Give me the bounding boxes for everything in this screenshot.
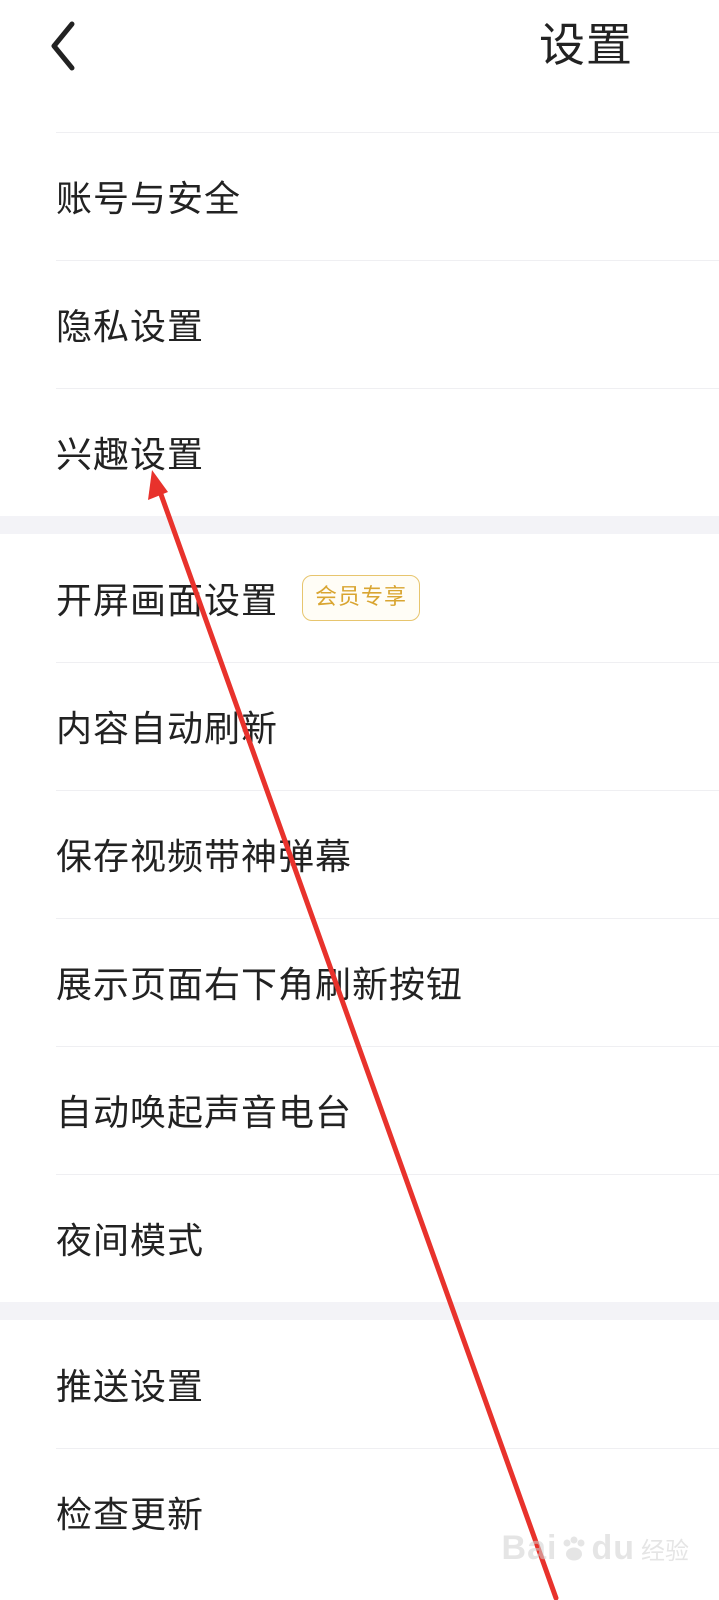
settings-item-label: 夜间模式 (56, 1221, 205, 1262)
settings-item-interests[interactable]: 兴趣设置 (0, 388, 719, 516)
settings-item-label: 兴趣设置 (56, 435, 205, 476)
settings-item-night-mode[interactable]: 夜间模式 (0, 1174, 719, 1302)
settings-item-label: 隐私设置 (56, 307, 205, 348)
back-button[interactable] (40, 18, 96, 74)
settings-item-audio-radio[interactable]: 自动唤起声音电台 (0, 1046, 719, 1174)
settings-item-label: 保存视频带神弹幕 (56, 837, 353, 878)
vip-exclusive-badge: 会员专享 (302, 575, 421, 621)
group-separator (0, 1302, 719, 1320)
settings-item-auto-refresh[interactable]: 内容自动刷新 (0, 662, 719, 790)
settings-item-check-update[interactable]: 检查更新 (0, 1448, 719, 1576)
settings-item-label: 自动唤起声音电台 (56, 1093, 353, 1134)
header-bar: 设置 (0, 0, 719, 132)
settings-item-account-security[interactable]: 账号与安全 (0, 132, 719, 260)
settings-item-label: 账号与安全 (56, 179, 242, 220)
settings-item-label: 内容自动刷新 (56, 709, 279, 750)
settings-group-account: 账号与安全 隐私设置 兴趣设置 (0, 132, 719, 516)
chevron-left-icon (51, 21, 75, 71)
settings-item-refresh-button[interactable]: 展示页面右下角刷新按钮 (0, 918, 719, 1046)
settings-item-splash-screen[interactable]: 开屏画面设置 会员专享 (0, 534, 719, 662)
page-title: 设置 (539, 18, 633, 72)
settings-group-display: 开屏画面设置 会员专享 内容自动刷新 保存视频带神弹幕 展示页面右下角刷新按钮 … (0, 534, 719, 1302)
settings-group-system: 推送设置 检查更新 (0, 1320, 719, 1576)
settings-item-label: 推送设置 (56, 1367, 205, 1408)
settings-item-privacy[interactable]: 隐私设置 (0, 260, 719, 388)
settings-item-label: 开屏画面设置 (56, 581, 279, 622)
settings-item-save-video-danmaku[interactable]: 保存视频带神弹幕 (0, 790, 719, 918)
settings-item-push[interactable]: 推送设置 (0, 1320, 719, 1448)
group-separator (0, 516, 719, 534)
settings-item-label: 检查更新 (56, 1495, 205, 1536)
settings-item-label: 展示页面右下角刷新按钮 (56, 965, 464, 1006)
